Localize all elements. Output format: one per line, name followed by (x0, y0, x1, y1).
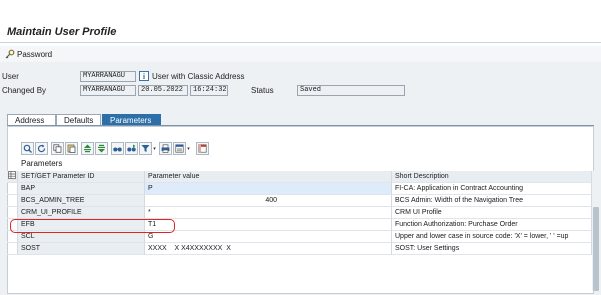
find-icon[interactable] (111, 142, 124, 155)
row-selector[interactable] (7, 195, 18, 207)
page-title: Maintain User Profile (7, 26, 117, 38)
column-header-short-description[interactable]: Short Description (392, 171, 592, 183)
table-row[interactable]: CRM_UI_PROFILE * CRM UI Profile (7, 207, 592, 219)
changed-time-field[interactable]: 16:24:32 (190, 85, 228, 96)
short-description-cell: Upper and lower case in source code: 'X'… (392, 231, 592, 243)
table-row[interactable]: BCS_ADMIN_TREE 400 BCS Admin: Width of t… (7, 195, 592, 207)
parameter-value-cell[interactable]: 400 (145, 195, 392, 207)
parameters-table: SET/GET Parameter ID Parameter value Sho… (7, 171, 592, 255)
export-icon[interactable] (173, 142, 186, 155)
title-bar (0, 0, 601, 46)
grid-toolbar: ▾ ▾ (21, 142, 210, 155)
user-type-text: User with Classic Address (152, 72, 245, 81)
short-description-cell: BCS Admin: Width of the Navigation Tree (392, 195, 592, 207)
find-next-icon[interactable] (125, 142, 138, 155)
password-label: Password (17, 49, 53, 59)
application-toolbar (0, 46, 601, 62)
column-header-parameter-value[interactable]: Parameter value (145, 171, 392, 183)
layout-icon[interactable] (196, 142, 209, 155)
table-row[interactable]: SOST XXXX X X4XXXXXXX X SOST: User Setti… (7, 243, 592, 255)
short-description-cell: CRM UI Profile (392, 207, 592, 219)
parameter-id-cell[interactable]: BAP (18, 183, 145, 195)
column-config-icon[interactable] (7, 171, 18, 183)
parameter-id-cell[interactable]: CRM_UI_PROFILE (18, 207, 145, 219)
row-selector[interactable] (7, 183, 18, 195)
table-row[interactable]: BAP P FI-CA: Application in Contract Acc… (7, 183, 592, 195)
parameter-value-cell[interactable]: G (145, 231, 392, 243)
user-field[interactable]: MYARRANAGU (80, 71, 136, 82)
parameter-value-cell[interactable]: * (145, 207, 392, 219)
sort-ascending-icon[interactable] (81, 142, 94, 155)
parameter-id-cell[interactable]: BCS_ADMIN_TREE (18, 195, 145, 207)
password-icon (5, 49, 15, 59)
row-selector[interactable] (7, 207, 18, 219)
changed-by-field[interactable]: MYARRANAGU (80, 85, 136, 96)
user-label: User (2, 72, 19, 81)
parameters-section-label: Parameters (21, 159, 63, 168)
filter-dropdown-icon[interactable]: ▾ (152, 142, 157, 155)
paste-icon[interactable] (65, 142, 78, 155)
status-label: Status (251, 86, 274, 95)
column-header-parameter-id[interactable]: SET/GET Parameter ID (18, 171, 145, 183)
refresh-icon[interactable] (35, 142, 48, 155)
short-description-cell: FI-CA: Application in Contract Accountin… (392, 183, 592, 195)
parameter-value-cell[interactable]: XXXX X X4XXXXXXX X (145, 243, 392, 255)
parameter-value-cell[interactable]: P (145, 183, 392, 195)
info-icon[interactable]: i (139, 71, 149, 81)
changed-date-field[interactable]: 20.05.2022 (138, 85, 188, 96)
changed-by-label: Changed By (2, 86, 47, 95)
export-dropdown-icon[interactable]: ▾ (186, 142, 191, 155)
title-divider (0, 42, 601, 43)
parameter-id-cell[interactable]: SOST (18, 243, 145, 255)
row-selector[interactable] (7, 243, 18, 255)
scrollbar-thumb[interactable] (593, 207, 599, 291)
password-button[interactable]: Password (5, 48, 52, 60)
table-header-row: SET/GET Parameter ID Parameter value Sho… (7, 171, 592, 183)
short-description-cell: Function Authorization: Purchase Order (392, 219, 592, 231)
efb-highlight-oval (10, 219, 175, 233)
parameter-value-cell[interactable]: T1 (145, 219, 392, 231)
filter-icon[interactable] (139, 142, 152, 155)
short-description-cell: SOST: User Settings (392, 243, 592, 255)
status-field[interactable]: Saved (297, 85, 405, 96)
copy-icon[interactable] (51, 142, 64, 155)
details-icon[interactable] (21, 142, 34, 155)
print-icon[interactable] (159, 142, 172, 155)
sort-descending-icon[interactable] (95, 142, 108, 155)
